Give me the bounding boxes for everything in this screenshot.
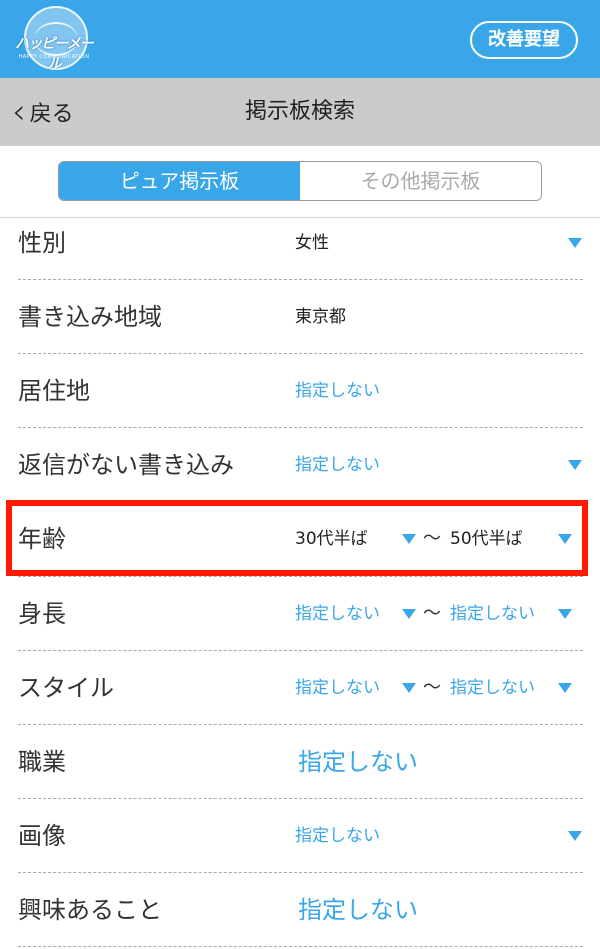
filter-row-image[interactable]: 画像 指定しない: [0, 799, 600, 873]
filter-label: 興味あること: [18, 896, 162, 924]
height-range: 指定しない 〜 指定しない: [295, 577, 585, 651]
top-header-bar: ハッピーメール HAPPY COMMUNICATION 改善要望: [0, 0, 600, 78]
filter-value: 東京都: [295, 307, 346, 327]
dropdown-arrow-icon: [568, 831, 582, 841]
filter-label: 画像: [18, 822, 66, 850]
filter-row-style: スタイル 指定しない 〜 指定しない: [0, 651, 600, 725]
filter-value: 女性: [295, 233, 329, 253]
dropdown-arrow-icon: [558, 609, 572, 619]
filter-row-gender[interactable]: 性別 女性: [0, 206, 600, 280]
height-to-select[interactable]: 指定しない: [450, 577, 535, 651]
highlight-box: [6, 500, 588, 576]
filter-label: 性別: [18, 229, 66, 257]
filter-label: 書き込み地域: [18, 303, 162, 331]
page-title: 掲示板検索: [244, 99, 355, 124]
logo-subtext: HAPPY COMMUNICATION: [18, 54, 90, 60]
dropdown-arrow-icon: [568, 238, 582, 248]
dropdown-arrow-icon: [402, 683, 416, 693]
board-type-segmented-control: ピュア掲示板 その他掲示板: [58, 161, 542, 201]
dropdown-arrow-icon: [402, 609, 416, 619]
nav-bar: 掲示板検索 ‹ 戻る: [0, 78, 600, 146]
filter-value: 指定しない: [295, 826, 380, 846]
back-button[interactable]: ‹ 戻る: [12, 78, 74, 146]
happymail-logo[interactable]: ハッピーメール HAPPY COMMUNICATION: [10, 6, 98, 74]
filter-row-occupation[interactable]: 職業 指定しない: [0, 725, 600, 799]
filter-label: 職業: [18, 748, 66, 776]
height-from-select[interactable]: 指定しない: [295, 577, 380, 651]
filter-row-no-reply-posts[interactable]: 返信がない書き込み 指定しない: [0, 428, 600, 502]
tab-pure-board[interactable]: ピュア掲示板: [59, 162, 300, 200]
back-label: 戻る: [29, 102, 74, 127]
range-tilde: 〜: [423, 603, 441, 624]
filter-label: 居住地: [18, 377, 90, 405]
filter-value: 指定しない: [298, 748, 418, 776]
filter-label: 身長: [18, 600, 66, 628]
row-separator: [18, 946, 583, 947]
filter-label: 返信がない書き込み: [18, 451, 234, 479]
style-range: 指定しない 〜 指定しない: [295, 651, 585, 725]
filter-label: スタイル: [18, 674, 114, 702]
chevron-left-icon: ‹: [12, 92, 26, 132]
range-tilde: 〜: [423, 677, 441, 698]
filter-row-residence[interactable]: 居住地 指定しない: [0, 354, 600, 428]
filter-row-post-area[interactable]: 書き込み地域 東京都: [0, 280, 600, 354]
tab-other-board[interactable]: その他掲示板: [300, 162, 541, 200]
filter-row-interests[interactable]: 興味あること 指定しない: [0, 873, 600, 947]
filter-value: 指定しない: [298, 896, 418, 924]
filter-value: 指定しない: [295, 455, 380, 475]
dropdown-arrow-icon: [558, 683, 572, 693]
filter-value: 指定しない: [295, 381, 380, 401]
logo-text: ハッピーメール: [15, 36, 93, 72]
filter-row-height: 身長 指定しない 〜 指定しない: [0, 577, 600, 651]
dropdown-arrow-icon: [568, 460, 582, 470]
style-to-select[interactable]: 指定しない: [450, 651, 535, 725]
style-from-select[interactable]: 指定しない: [295, 651, 380, 725]
improvement-request-button[interactable]: 改善要望: [470, 21, 578, 59]
